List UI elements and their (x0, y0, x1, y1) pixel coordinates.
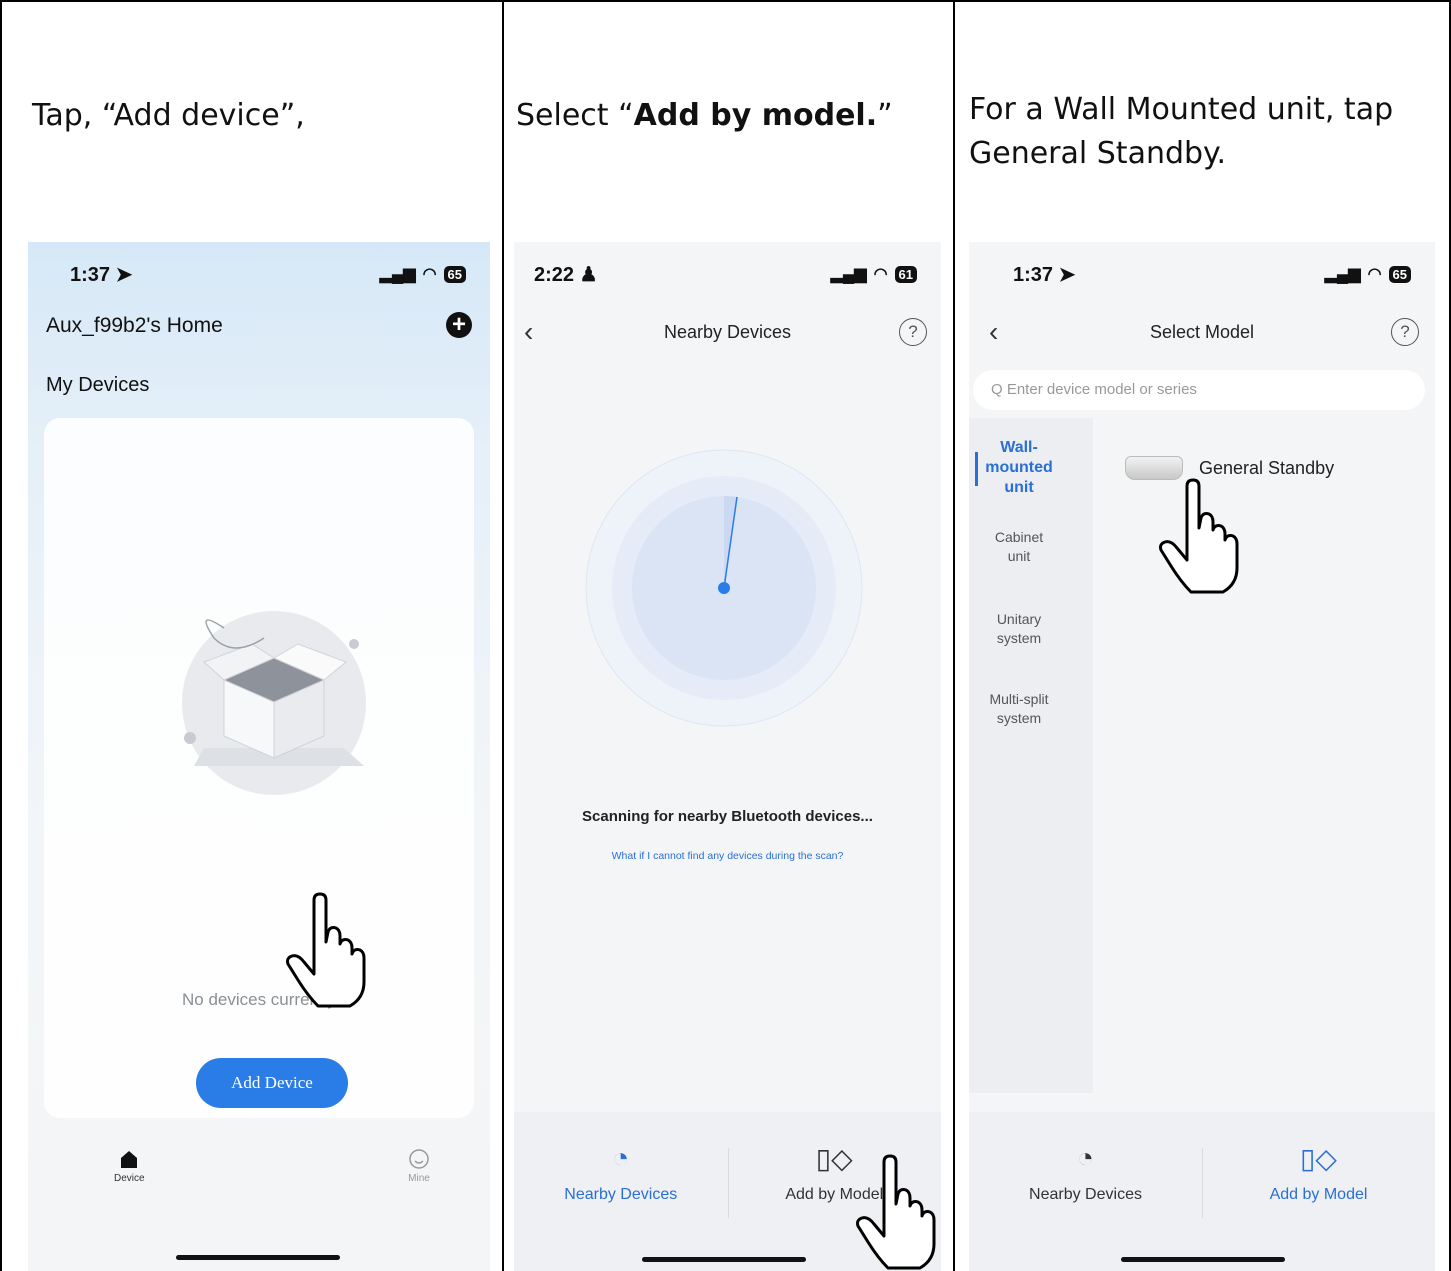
scan-status-text: Scanning for nearby Bluetooth devices... (582, 808, 873, 825)
step-3-column: For a Wall Mounted unit, tap General Sta… (953, 2, 1449, 1271)
gauge-icon: ◔ (1077, 1142, 1094, 1173)
nav-bar: ‹ Select Model ? (969, 316, 1435, 350)
help-icon[interactable]: ? (1391, 318, 1419, 346)
phone-screenshot-select-model: 1:37 ➤ ▂▄▆ ◠ 65 ‹ Select Model ? Q Enter… (969, 242, 1435, 1271)
tab-device-label: Device (114, 1173, 145, 1184)
bottom-tab-bar: ◔ Nearby Devices ▯◇ Add by Model (969, 1112, 1435, 1271)
step-1-column: Tap, “Add device”, 1:37 ➤ ▂▄▆ ◠ 65 Aux_f… (2, 2, 500, 1271)
tab-add-by-model-label: Add by Model (1269, 1186, 1368, 1203)
empty-state-text: No devices currently (181, 990, 336, 1009)
device-list-card: No devices currently Add Device (44, 418, 474, 1118)
radar-icon (585, 449, 863, 727)
caption-prefix: Select “ (516, 98, 634, 133)
step-3-caption: For a Wall Mounted unit, tap General Sta… (969, 92, 1394, 171)
signal-icon: ▂▄▆ (1324, 266, 1361, 283)
status-icons: ▂▄▆ ◠ 65 (380, 264, 466, 284)
status-bar: 1:37 ➤ ▂▄▆ ◠ 65 (969, 262, 1435, 292)
tab-nearby-devices[interactable]: ◔ Nearby Devices (969, 1142, 1202, 1204)
pointing-hand-icon (1159, 478, 1239, 594)
tab-mine[interactable]: Mine (408, 1148, 430, 1184)
scan-help-link[interactable]: What if I cannot find any devices during… (514, 850, 941, 862)
pointing-hand-icon (856, 1154, 936, 1270)
home-indicator (642, 1257, 806, 1262)
my-devices-heading: My Devices (46, 374, 150, 396)
status-time: 1:37 ➤ (1013, 264, 1076, 286)
caption-suffix: ” (877, 98, 893, 133)
status-icons: ▂▄▆ ◠ 65 (1325, 264, 1411, 284)
category-multi-split[interactable]: Multi-split system (969, 690, 1069, 728)
search-input[interactable]: Q Enter device model or series (973, 370, 1425, 410)
step-1-caption: Tap, “Add device”, (32, 98, 305, 133)
battery-icon: 61 (894, 265, 917, 283)
caption-bold: Add by model. (633, 98, 878, 133)
signal-icon: ▂▄▆ (830, 266, 867, 283)
wifi-icon: ◠ (1367, 266, 1382, 283)
tab-mine-label: Mine (408, 1173, 430, 1184)
phone-screenshot-nearby: 2:22 ♟ ▂▄▆ ◠ 61 ‹ Nearby Devices ? Scann… (514, 242, 941, 1271)
phone-screenshot-home: 1:37 ➤ ▂▄▆ ◠ 65 Aux_f99b2's Home + My De… (28, 242, 490, 1271)
tutorial-page: Tap, “Add device”, 1:37 ➤ ▂▄▆ ◠ 65 Aux_f… (0, 0, 1451, 1271)
help-icon[interactable]: ? (899, 318, 927, 346)
step-2-caption: Select “Add by model.” (516, 94, 931, 138)
status-bar: 1:37 ➤ ▂▄▆ ◠ 65 (28, 262, 490, 292)
status-bar: 2:22 ♟ ▂▄▆ ◠ 61 (514, 262, 941, 292)
model-name: General Standby (1199, 458, 1335, 478)
tab-add-by-model[interactable]: ▯◇ Add by Model (1202, 1142, 1435, 1204)
step-2-column: Select “Add by model.” 2:22 ♟ ▂▄▆ ◠ 61 ‹… (502, 2, 951, 1271)
status-time: 2:22 ♟ (534, 264, 598, 286)
grid-model-icon: ▯◇ (1300, 1143, 1337, 1174)
wall-unit-thumbnail (1125, 456, 1183, 480)
add-device-button[interactable]: Add Device (196, 1058, 348, 1108)
pointing-hand-icon (286, 892, 366, 1008)
home-icon (121, 1151, 138, 1168)
wifi-icon: ◠ (422, 266, 437, 283)
tab-device[interactable]: Device (114, 1148, 145, 1184)
nav-bar: ‹ Nearby Devices ? (514, 316, 941, 350)
add-circle-icon[interactable]: + (446, 312, 472, 338)
category-wall-mounted[interactable]: Wall- mounted unit (969, 438, 1069, 498)
battery-icon: 65 (443, 265, 466, 283)
signal-icon: ▂▄▆ (379, 266, 416, 283)
category-sidebar (969, 418, 1093, 1093)
home-indicator (1121, 1257, 1285, 1262)
home-indicator (176, 1255, 340, 1260)
tab-nearby-devices[interactable]: ◔ Nearby Devices (514, 1142, 728, 1204)
home-title: Aux_f99b2's Home (46, 314, 223, 337)
category-unitary[interactable]: Unitary system (969, 610, 1069, 648)
page-title: Select Model (1149, 322, 1255, 342)
wifi-icon: ◠ (873, 266, 888, 283)
battery-icon: 65 (1388, 265, 1411, 283)
gauge-icon: ◔ (612, 1142, 630, 1173)
tab-nearby-label: Nearby Devices (1029, 1186, 1142, 1203)
status-icons: ▂▄▆ ◠ 61 (831, 264, 917, 284)
empty-box-illustration (182, 611, 366, 795)
bottom-tab-bar: Device Mine (28, 1122, 490, 1271)
status-time: 1:37 ➤ (70, 264, 133, 286)
page-title: Nearby Devices (663, 322, 792, 342)
mine-icon (409, 1149, 429, 1169)
tab-nearby-label: Nearby Devices (564, 1186, 678, 1203)
category-cabinet[interactable]: Cabinet unit (969, 528, 1069, 566)
